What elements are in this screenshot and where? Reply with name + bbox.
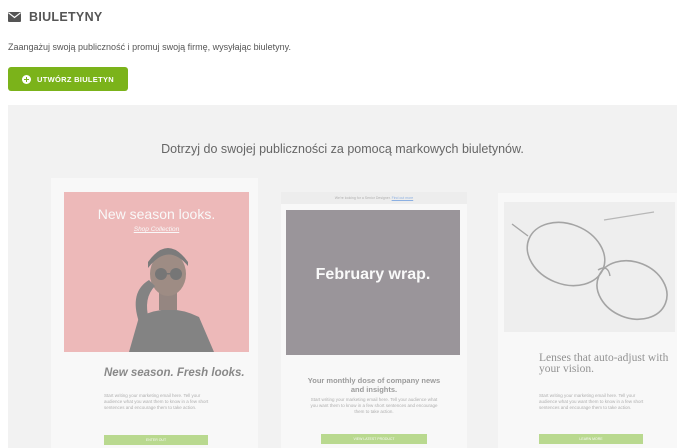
template-top-strip: We're looking for a Senior Designer. Fin…	[281, 192, 467, 204]
template-body: Start writing your marketing email here.…	[104, 393, 209, 410]
template-card-company-news: We're looking for a Senior Designer. Fin…	[281, 192, 467, 448]
template-cta-button: VIEW LATEST PRODUCT	[321, 434, 427, 444]
template-image-title: New season looks.	[97, 206, 216, 222]
template-image-fashion: New season looks. Shop Collection	[64, 192, 249, 352]
page-title: BIULETYNY	[29, 10, 103, 24]
promo-panel: Dotrzyj do swojej publiczności za pomocą…	[8, 105, 677, 448]
template-top-text: We're looking for a Senior Designer.	[334, 196, 391, 200]
template-image-february: February wrap.	[286, 210, 460, 355]
envelope-icon	[8, 12, 21, 22]
template-cta-button: LEARN MORE	[539, 434, 643, 444]
create-newsletter-label: UTWÓRZ BIULETYN	[37, 74, 114, 84]
page-description: Zaangażuj swoją publiczność i promuj swo…	[8, 42, 291, 52]
template-cta-button: ENTER OUT	[104, 435, 208, 445]
template-body: Start writing your marketing email here.…	[310, 397, 438, 414]
template-body: Start writing your marketing email here.…	[539, 393, 644, 410]
template-card-fashion: New season looks. Shop Collection New se…	[51, 178, 258, 448]
plus-circle-icon	[22, 74, 31, 84]
template-heading: Your monthly dose of company news and in…	[307, 376, 441, 394]
template-image-title: February wrap.	[315, 266, 431, 283]
template-heading: New season. Fresh looks.	[104, 367, 245, 379]
template-card-eyewear: Lenses that auto-adjust with your vision…	[498, 193, 677, 448]
glasses-illustration	[511, 211, 668, 321]
create-newsletter-button[interactable]: UTWÓRZ BIULETYN	[8, 67, 128, 91]
template-heading: Lenses that auto-adjust with your vision…	[539, 352, 669, 375]
model-figure-illustration	[129, 248, 214, 352]
promo-heading: Dotrzyj do swojej publiczności za pomocą…	[161, 142, 524, 156]
template-image-glasses	[504, 202, 675, 332]
section-header: BIULETYNY	[8, 10, 103, 24]
template-top-link: Find out more	[391, 196, 414, 200]
